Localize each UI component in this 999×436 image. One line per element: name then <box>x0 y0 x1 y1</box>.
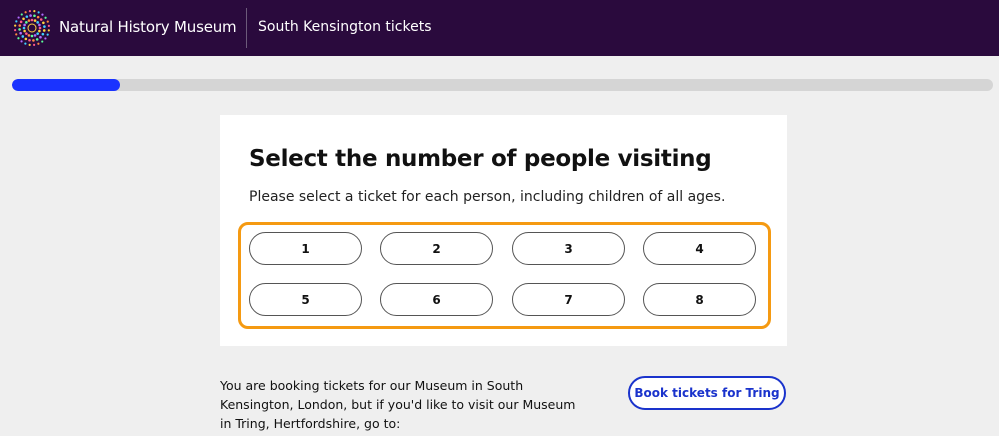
people-count-3-button[interactable]: 3 <box>512 232 625 265</box>
header-subtitle: South Kensington tickets <box>258 19 432 35</box>
page-description: Please select a ticket for each person, … <box>249 189 726 205</box>
brand-name[interactable]: Natural History Museum <box>59 18 237 36</box>
page-title: Select the number of people visiting <box>249 146 712 172</box>
nhm-logo-icon[interactable] <box>13 9 51 47</box>
people-count-4-button[interactable]: 4 <box>643 232 756 265</box>
progress-bar-fill <box>12 79 120 91</box>
people-selection-card: Select the number of people visiting Ple… <box>220 115 787 346</box>
tring-info-text: You are booking tickets for our Museum i… <box>220 378 576 431</box>
top-header-bar: Natural History Museum South Kensington … <box>0 0 999 56</box>
people-count-8-button[interactable]: 8 <box>643 283 756 316</box>
people-count-5-button[interactable]: 5 <box>249 283 362 316</box>
people-count-2-button[interactable]: 2 <box>380 232 493 265</box>
people-count-7-button[interactable]: 7 <box>512 283 625 316</box>
people-count-1-button[interactable]: 1 <box>249 232 362 265</box>
header-divider <box>246 8 247 48</box>
people-count-6-button[interactable]: 6 <box>380 283 493 316</box>
people-count-options: 1 2 3 4 5 6 7 8 <box>238 222 771 329</box>
progress-bar <box>12 79 993 91</box>
book-tring-button[interactable]: Book tickets for Tring <box>628 376 786 410</box>
